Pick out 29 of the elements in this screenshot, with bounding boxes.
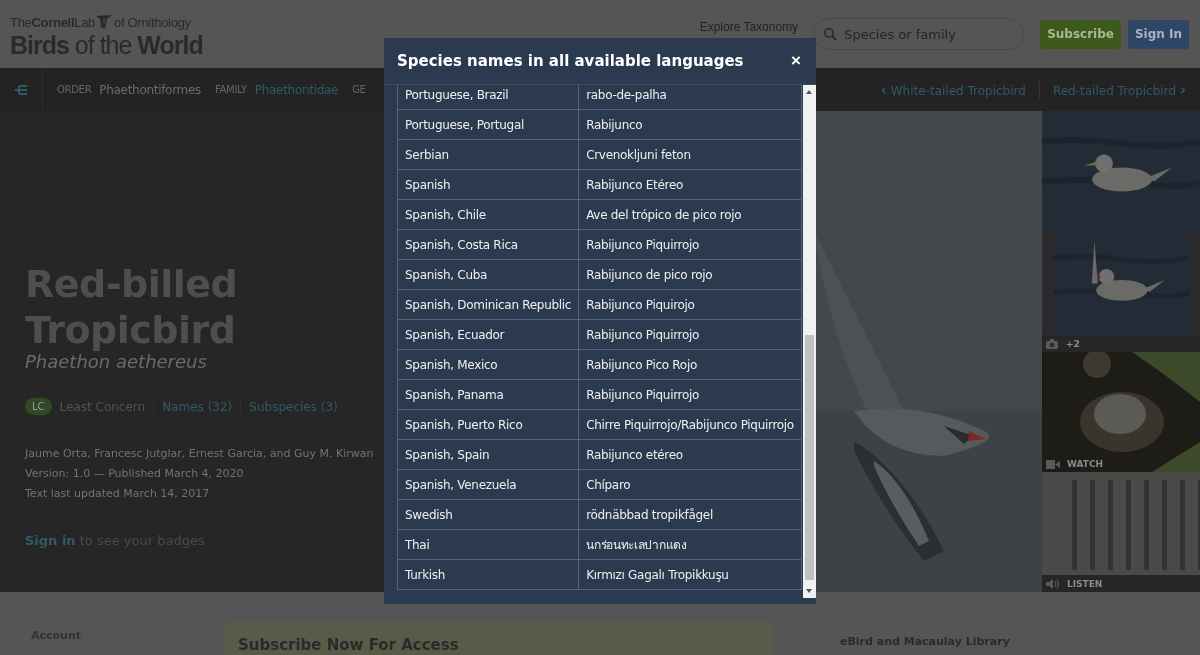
version-text: Version: 1.0 — Published March 4, 2020	[25, 466, 245, 482]
video-camera-icon	[1046, 459, 1060, 469]
taxonomy-label: ORDER	[57, 84, 92, 95]
taxonomy-tree-icon	[14, 83, 28, 96]
sign-in-button[interactable]: Sign In	[1127, 19, 1189, 49]
next-species-link[interactable]: Red-tailed Tropicbird ›	[1052, 80, 1186, 99]
language-cell: Portuguese, Brazil	[397, 85, 579, 110]
bird-logo-icon	[95, 13, 113, 31]
previous-species-link[interactable]: ‹ White-tailed Tropicbird	[880, 80, 1026, 99]
camera-icon	[1046, 338, 1058, 349]
listen-label: LISTEN	[1067, 578, 1103, 589]
subscribe-button[interactable]: Subscribe	[1040, 19, 1121, 49]
species-link[interactable]: Subspecies (3)	[249, 399, 338, 414]
taxonomy-label: GE	[352, 84, 366, 95]
watch-label: WATCH	[1067, 459, 1104, 469]
species-link[interactable]: Names (32)	[162, 399, 233, 414]
name-cell: rabo-de-palha	[578, 85, 802, 110]
photo-count: +2	[1066, 338, 1080, 349]
taxonomy-link[interactable]: Phaethontiformes	[99, 82, 201, 97]
authors-text: Jaume Orta, Francesc Jutglar, Ernest Garcia, and Guy M. Kirwan	[25, 446, 375, 462]
sign-in-link[interactable]: Sign in	[25, 533, 76, 548]
taxonomy-label: FAMILY	[215, 84, 247, 95]
speaker-icon	[1046, 578, 1059, 589]
dialog-title: Species names in all available languages	[397, 52, 744, 70]
close-button[interactable]: ×	[789, 51, 803, 71]
taxonomy-link[interactable]: Phaethontidae	[254, 82, 339, 97]
status-badge: LC	[25, 398, 52, 415]
updated-text: Text last updated March 14, 2017	[25, 486, 211, 502]
scientific-name: Phaethon aethereus	[25, 351, 208, 372]
